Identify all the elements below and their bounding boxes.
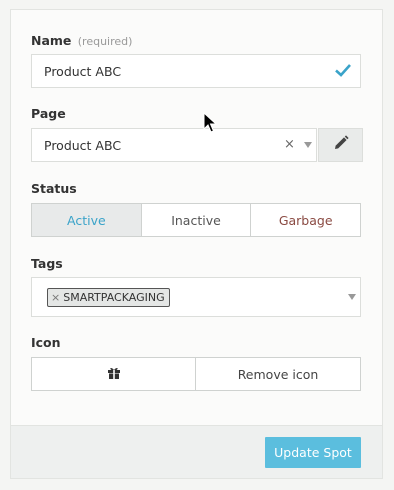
required-hint: (required) (77, 35, 133, 48)
page-select-value: Product ABC (44, 138, 122, 153)
name-label: Name (required) (31, 33, 132, 48)
name-input[interactable]: Product ABC (31, 54, 361, 88)
status-active-button[interactable]: Active (31, 203, 142, 237)
tag-remove-button[interactable]: × (51, 291, 60, 304)
tag-chip: × SMARTPACKAGING (47, 288, 170, 307)
icon-label: Icon (31, 335, 61, 350)
tags-label: Tags (31, 256, 63, 271)
page-select[interactable]: Product ABC × (31, 128, 363, 162)
icon-controls: Remove icon (31, 357, 361, 391)
chevron-down-icon[interactable] (304, 142, 312, 148)
chevron-down-icon[interactable] (348, 294, 356, 300)
status-toggle-group: Active Inactive Garbage (31, 203, 362, 237)
pencil-icon (332, 134, 350, 156)
name-input-value: Product ABC (44, 64, 122, 79)
mouse-cursor-icon (203, 111, 219, 138)
remove-icon-button[interactable]: Remove icon (196, 357, 361, 391)
edit-page-button[interactable] (318, 128, 363, 162)
tags-input[interactable]: × SMARTPACKAGING (31, 277, 361, 317)
status-garbage-button[interactable]: Garbage (251, 203, 362, 237)
status-label: Status (31, 181, 77, 196)
choose-icon-button[interactable] (31, 357, 196, 391)
status-inactive-button[interactable]: Inactive (141, 203, 252, 237)
tag-chip-label: SMARTPACKAGING (63, 291, 165, 304)
update-spot-button[interactable]: Update Spot (265, 437, 361, 468)
name-label-text: Name (31, 33, 72, 48)
gift-icon (107, 366, 121, 383)
page-clear-button[interactable]: × (284, 137, 295, 152)
checkmark-icon (334, 61, 352, 83)
page-label: Page (31, 106, 66, 121)
